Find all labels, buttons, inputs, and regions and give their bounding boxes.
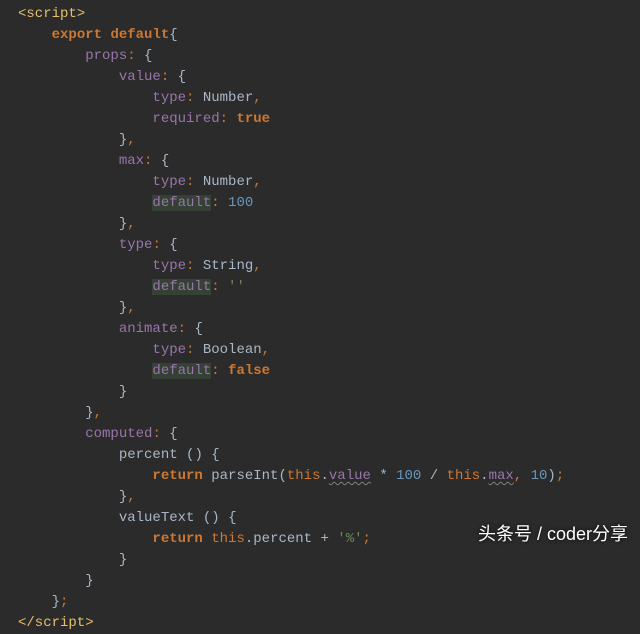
type-number: Number [203, 174, 253, 190]
kw-default: default [110, 27, 169, 43]
num-100: 100 [228, 195, 253, 211]
kw-return: return [152, 531, 202, 547]
key-required: required [152, 111, 219, 127]
str-empty: '' [228, 279, 245, 295]
kw-this: this [287, 468, 321, 484]
key-type: type [152, 258, 186, 274]
method-valueText: valueText [119, 510, 195, 526]
type-number: Number [203, 90, 253, 106]
key-default: default [152, 279, 211, 295]
prop-value: value [329, 468, 371, 484]
num-10: 10 [531, 468, 548, 484]
key-type: type [152, 90, 186, 106]
key-type-prop: type [119, 237, 153, 253]
script-open-tag: <script> [18, 6, 85, 22]
str-pct: '%' [337, 531, 362, 547]
key-computed: computed [85, 426, 152, 442]
num-100: 100 [396, 468, 421, 484]
key-props: props [85, 48, 127, 64]
kw-this: this [211, 531, 245, 547]
kw-false: false [228, 363, 270, 379]
key-value: value [119, 69, 161, 85]
script-close-tag: </script> [18, 615, 94, 631]
key-type: type [152, 342, 186, 358]
key-max: max [119, 153, 144, 169]
prop-max: max [489, 468, 514, 484]
watermark: 头条号 / coder分享 [478, 521, 628, 548]
method-percent: percent [119, 447, 178, 463]
key-type: type [152, 174, 186, 190]
key-default: default [152, 195, 211, 211]
kw-true: true [236, 111, 270, 127]
kw-export: export [52, 27, 102, 43]
key-default: default [152, 363, 211, 379]
kw-return: return [152, 468, 202, 484]
fn-parseInt: parseInt [211, 468, 278, 484]
type-string: String [203, 258, 253, 274]
kw-this: this [447, 468, 481, 484]
prop-percent: percent [253, 531, 312, 547]
type-boolean: Boolean [203, 342, 262, 358]
key-animate: animate [119, 321, 178, 337]
